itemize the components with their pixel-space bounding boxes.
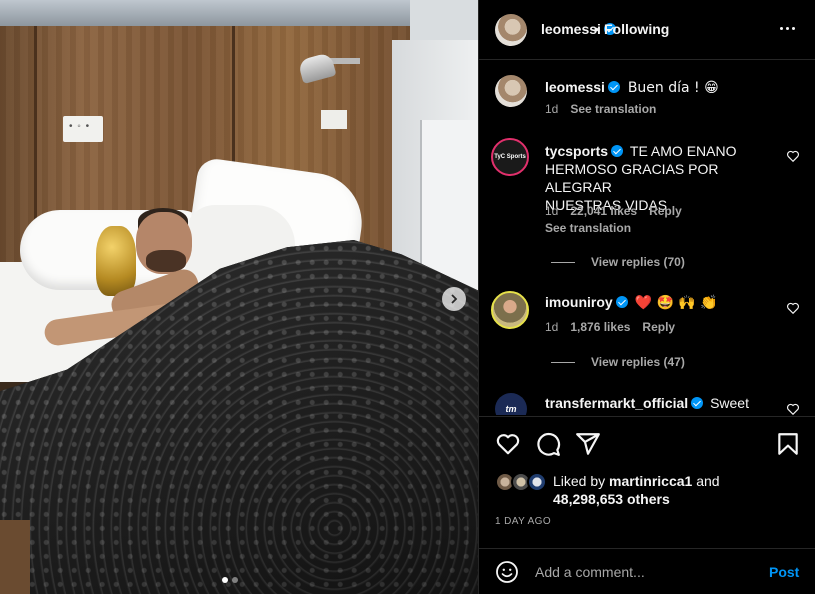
window-strip	[0, 0, 478, 26]
see-translation-link[interactable]: See translation	[570, 102, 656, 116]
view-replies-button[interactable]: View replies (70)	[551, 255, 685, 269]
caption-text: Buen día ! 😁	[627, 80, 719, 96]
verified-icon	[611, 145, 624, 157]
emoji-icon[interactable]	[495, 560, 519, 584]
add-comment-bar: Post	[479, 548, 815, 594]
verified-icon	[607, 81, 620, 93]
share-icon[interactable]	[575, 431, 601, 457]
comment-icon[interactable]	[535, 431, 561, 457]
liked-by-joiner: and	[696, 473, 720, 489]
post-header: leomessi • Following	[479, 0, 815, 60]
carousel-next-button[interactable]	[442, 287, 466, 311]
verified-icon	[691, 397, 704, 409]
view-replies-label: View replies (70)	[591, 255, 685, 269]
caption: leomessi Buen día ! 😁	[545, 78, 719, 97]
avatar[interactable]	[495, 14, 527, 46]
replies-divider	[551, 361, 575, 363]
view-replies-button[interactable]: View replies (47)	[551, 355, 685, 369]
light-switch	[321, 110, 347, 129]
heart-icon[interactable]	[786, 301, 800, 315]
separator-dot: •	[594, 21, 599, 37]
chevron-right-icon	[451, 294, 458, 304]
comment: imouniroy ❤️ 🤩 🙌 👏	[545, 293, 718, 312]
comment-username[interactable]: tycsports	[545, 143, 608, 159]
comment-meta: 1d 1,876 likes Reply	[545, 320, 675, 334]
avatar[interactable]: tm	[495, 393, 527, 415]
liked-by-prefix: Liked by	[553, 473, 606, 489]
comment-likes[interactable]: 1,876 likes	[570, 320, 630, 334]
post-photo[interactable]	[0, 0, 478, 594]
white-cabinet	[420, 120, 478, 290]
avatar-logo-text: TyC Sports	[494, 154, 526, 160]
comment-text: Sweet	[710, 395, 749, 411]
comment-text-line: TE AMO ENANO	[629, 143, 737, 159]
carousel-dot-active	[222, 577, 228, 583]
comment: transfermarkt_official Sweet	[545, 394, 749, 412]
heart-icon[interactable]	[786, 402, 800, 415]
caption-time: 1d	[545, 102, 559, 116]
comment-username[interactable]: transfermarkt_official	[545, 395, 688, 411]
carousel-indicator	[222, 577, 238, 583]
caption-meta: 1d See translation	[545, 102, 656, 116]
bookmark-icon[interactable]	[775, 431, 801, 457]
comment-time: 1d	[545, 204, 559, 218]
liker-avatar[interactable]	[527, 472, 547, 492]
wall-outlet	[63, 116, 103, 142]
comment-input[interactable]	[535, 561, 755, 583]
replies-divider	[551, 261, 575, 263]
comment-username[interactable]: imouniroy	[545, 294, 613, 310]
more-icon	[779, 26, 795, 30]
comment-likes[interactable]: 22,041 likes	[570, 204, 637, 218]
world-cup-trophy	[96, 226, 136, 296]
avatar[interactable]	[495, 75, 527, 107]
comment-meta: 1d 22,041 likes Reply	[545, 204, 682, 218]
heart-icon[interactable]	[495, 431, 521, 457]
liked-by-summary: Liked by martinricca1 and 48,298,653 oth…	[553, 472, 720, 508]
view-replies-label: View replies (47)	[591, 355, 685, 369]
likes-count[interactable]: 48,298,653 others	[553, 491, 670, 507]
post-side-panel: leomessi • Following leomessi Buen día !…	[478, 0, 815, 594]
post-comment-button[interactable]: Post	[769, 564, 799, 580]
carousel-dot	[232, 577, 238, 583]
reply-button[interactable]: Reply	[649, 204, 682, 218]
avatar[interactable]	[491, 291, 529, 329]
verified-icon	[615, 296, 628, 308]
avatar-logo-text: tm	[505, 404, 517, 414]
floor	[0, 520, 30, 594]
more-options-button[interactable]	[775, 16, 799, 40]
following-button[interactable]: Following	[604, 21, 669, 37]
heart-icon[interactable]	[786, 149, 800, 163]
comment-text-line: HERMOSO GRACIAS POR ALEGRAR	[545, 161, 719, 195]
shelf	[410, 0, 478, 40]
comments-list[interactable]: leomessi Buen día ! 😁 1d See translation…	[479, 61, 815, 415]
reply-button[interactable]: Reply	[642, 320, 675, 334]
post-date[interactable]: 1 DAY AGO	[495, 516, 551, 527]
author-username-text[interactable]: leomessi	[541, 21, 601, 37]
comment-time: 1d	[545, 320, 559, 334]
comment-text: ❤️ 🤩 🙌 👏	[634, 295, 718, 311]
caption-username[interactable]: leomessi	[545, 79, 605, 95]
liked-by-user[interactable]: martinricca1	[609, 473, 692, 489]
avatar[interactable]: TyC Sports	[491, 138, 529, 176]
see-translation-link[interactable]: See translation	[545, 221, 631, 235]
